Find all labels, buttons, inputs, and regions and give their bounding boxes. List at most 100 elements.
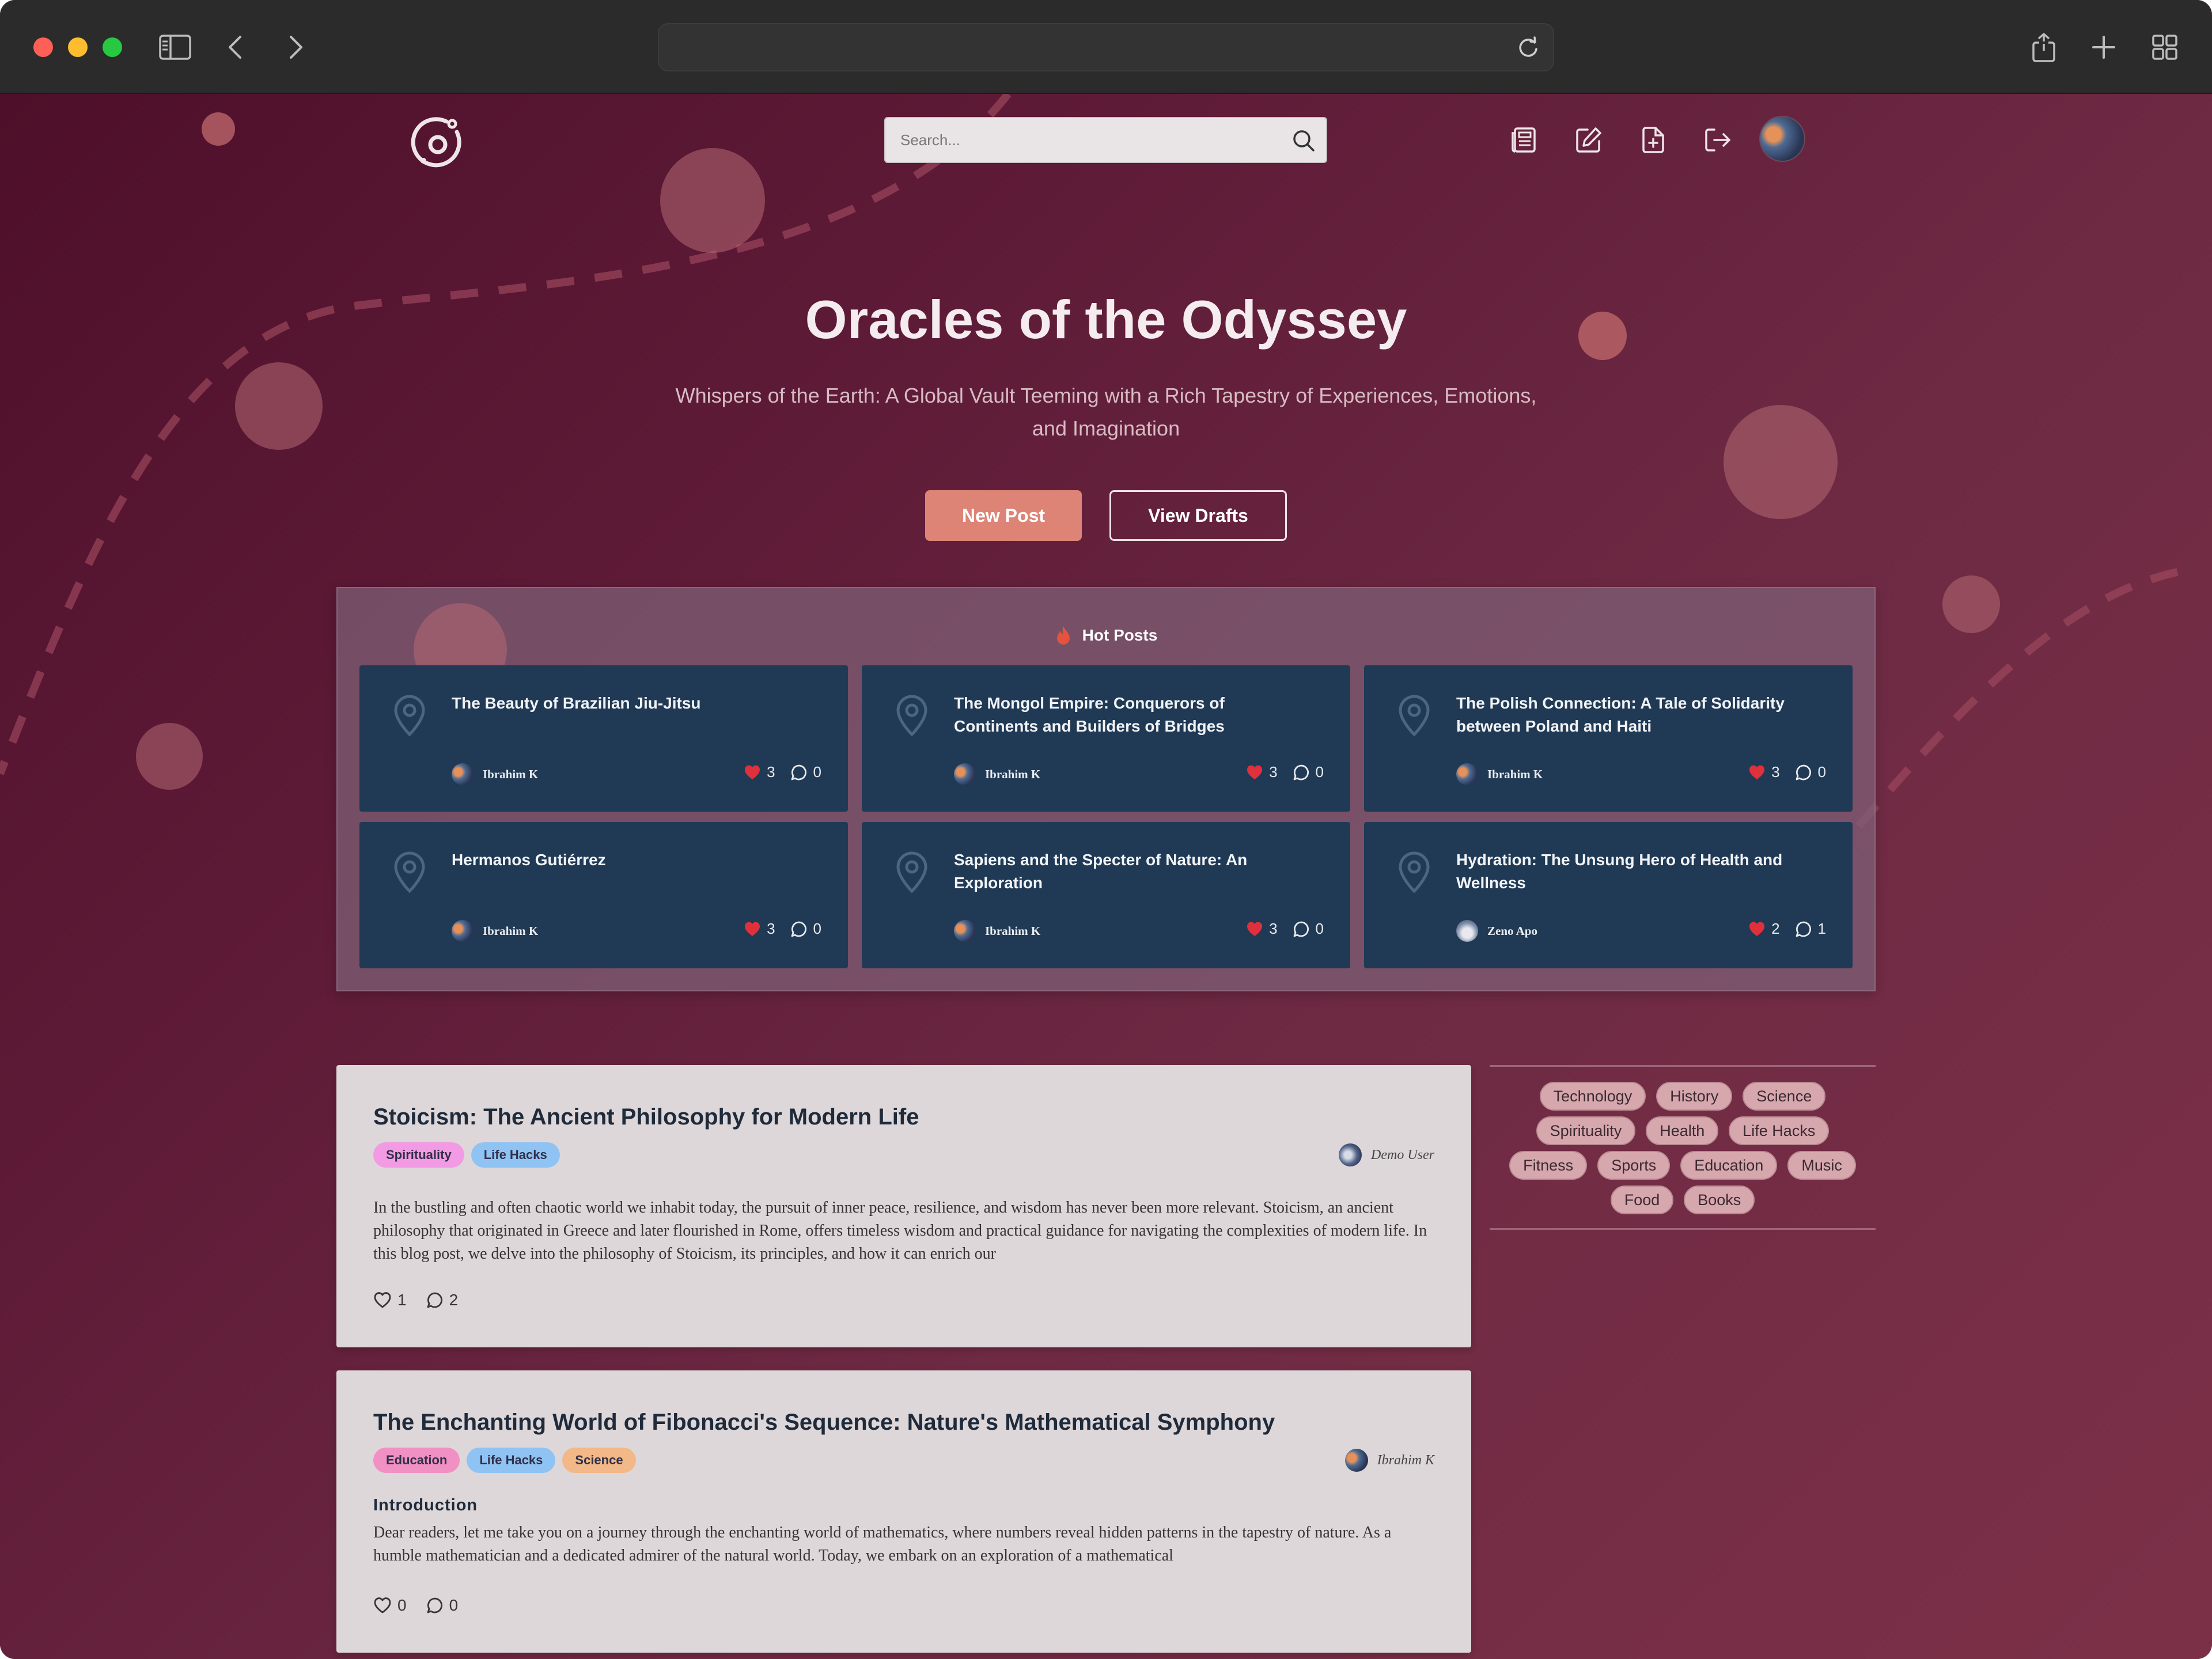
comment-icon[interactable]	[1795, 921, 1812, 938]
address-bar[interactable]	[658, 23, 1554, 71]
hot-post-card[interactable]: The Mongol Empire: Conquerors of Contine…	[862, 665, 1350, 812]
comment-icon[interactable]	[790, 764, 808, 781]
heart-outline-icon[interactable]	[373, 1291, 392, 1309]
author-name: Ibrahim K	[1487, 767, 1543, 781]
close-window-button[interactable]	[33, 37, 53, 57]
post-title[interactable]: The Enchanting World of Fibonacci's Sequ…	[373, 1410, 1275, 1435]
search-input[interactable]	[885, 118, 1326, 162]
author-name: Ibrahim K	[985, 767, 1041, 781]
category-tag-music[interactable]: Music	[1787, 1151, 1856, 1180]
new-post-button[interactable]: New Post	[925, 490, 1082, 541]
logout-icon[interactable]	[1699, 122, 1736, 158]
heart-filled-icon[interactable]	[744, 921, 761, 937]
post-card[interactable]: The Enchanting World of Fibonacci's Sequ…	[336, 1370, 1471, 1653]
post-author[interactable]: Demo User	[1339, 1143, 1434, 1166]
sidebar-icon[interactable]	[158, 30, 192, 65]
author-name: Ibrahim K	[1377, 1452, 1434, 1468]
comment-icon[interactable]	[426, 1597, 444, 1614]
hot-post-stats: 3 0	[1246, 763, 1324, 781]
category-tag-technology[interactable]: Technology	[1539, 1082, 1646, 1111]
post-tag[interactable]: Education	[373, 1448, 460, 1473]
post-tags: Education Life Hacks Science	[373, 1448, 636, 1473]
hot-post-title[interactable]: Hydration: The Unsung Hero of Health and…	[1456, 849, 1813, 895]
heart-filled-icon[interactable]	[1748, 921, 1766, 937]
hot-post-title[interactable]: Sapiens and the Specter of Nature: An Ex…	[954, 849, 1311, 895]
page: Oracles of the Odyssey Whispers of the E…	[0, 94, 2212, 1659]
hot-post-title[interactable]: The Beauty of Brazilian Jiu-Jitsu	[452, 692, 809, 715]
like-count: 3	[767, 920, 775, 937]
comment-icon[interactable]	[1795, 764, 1812, 781]
back-icon[interactable]	[218, 30, 252, 65]
hot-post-card[interactable]: Sapiens and the Specter of Nature: An Ex…	[862, 822, 1350, 968]
hot-post-card[interactable]: The Polish Connection: A Tale of Solidar…	[1364, 665, 1853, 812]
author-avatar	[1456, 763, 1478, 785]
author-avatar	[1456, 920, 1478, 942]
category-tag-food[interactable]: Food	[1610, 1185, 1674, 1214]
view-drafts-button[interactable]: View Drafts	[1109, 490, 1287, 541]
post-author[interactable]: Ibrahim K	[1344, 1449, 1434, 1472]
new-file-icon[interactable]	[1635, 122, 1672, 158]
heart-outline-icon[interactable]	[373, 1597, 392, 1614]
comment-icon[interactable]	[1293, 921, 1310, 938]
post-title[interactable]: Stoicism: The Ancient Philosophy for Mod…	[373, 1104, 919, 1130]
page-subtitle: Whispers of the Earth: A Global Vault Te…	[675, 384, 1537, 440]
category-tag-education[interactable]: Education	[1680, 1151, 1778, 1180]
hot-post-card[interactable]: Hydration: The Unsung Hero of Health and…	[1364, 822, 1853, 968]
hot-post-card[interactable]: Hermanos Gutiérrez Ibrahim K 3 0	[359, 822, 848, 968]
post-tag[interactable]: Life Hacks	[467, 1448, 556, 1473]
decorative-bubble	[202, 112, 235, 146]
post-card[interactable]: Stoicism: The Ancient Philosophy for Mod…	[336, 1065, 1471, 1347]
hot-post-title[interactable]: The Mongol Empire: Conquerors of Contine…	[954, 692, 1311, 738]
hot-post-card[interactable]: The Beauty of Brazilian Jiu-Jitsu Ibrahi…	[359, 665, 848, 812]
heart-filled-icon[interactable]	[1246, 764, 1263, 781]
category-tag-life-hacks[interactable]: Life Hacks	[1729, 1116, 1830, 1145]
category-tag-science[interactable]: Science	[1743, 1082, 1826, 1111]
hot-post-author: Ibrahim K	[452, 920, 538, 942]
post-tag[interactable]: Spirituality	[373, 1142, 464, 1168]
category-tag-sports[interactable]: Sports	[1597, 1151, 1671, 1180]
edit-icon[interactable]	[1570, 122, 1607, 158]
post-tag[interactable]: Science	[562, 1448, 636, 1473]
category-tag-spirituality[interactable]: Spirituality	[1536, 1116, 1636, 1145]
heart-filled-icon[interactable]	[1246, 921, 1263, 937]
hot-posts-panel: Hot Posts The Beauty of Brazilian Jiu-Ji…	[336, 587, 1876, 991]
hot-post-title[interactable]: The Polish Connection: A Tale of Solidar…	[1456, 692, 1813, 738]
author-avatar	[1339, 1143, 1362, 1166]
hot-post-title[interactable]: Hermanos Gutiérrez	[452, 849, 809, 872]
author-avatar	[452, 763, 474, 785]
author-name: Zeno Apo	[1487, 923, 1537, 938]
author-avatar	[452, 920, 474, 942]
comment-icon[interactable]	[1293, 764, 1310, 781]
post-tag[interactable]: Life Hacks	[471, 1142, 560, 1168]
site-logo-icon[interactable]	[406, 111, 469, 175]
category-row: Fitness Sports Education Music	[1490, 1151, 1876, 1180]
user-avatar[interactable]	[1759, 116, 1805, 162]
location-pin-icon	[896, 851, 927, 893]
author-name: Ibrahim K	[483, 923, 539, 938]
comment-count: 0	[1315, 763, 1324, 781]
comment-icon[interactable]	[790, 921, 808, 938]
maximize-window-button[interactable]	[103, 37, 122, 57]
hot-posts-label: Hot Posts	[1082, 626, 1158, 644]
author-avatar	[954, 920, 976, 942]
page-title: Oracles of the Odyssey	[805, 289, 1407, 350]
comment-icon[interactable]	[426, 1291, 444, 1309]
heart-filled-icon[interactable]	[1748, 764, 1766, 781]
forward-icon[interactable]	[279, 30, 313, 65]
category-tag-books[interactable]: Books	[1684, 1185, 1755, 1214]
reload-icon[interactable]	[1515, 35, 1541, 61]
posts-icon[interactable]	[1506, 122, 1543, 158]
new-tab-icon[interactable]	[2086, 30, 2121, 65]
minimize-window-button[interactable]	[68, 37, 88, 57]
tab-overview-icon[interactable]	[2147, 30, 2182, 65]
category-tag-fitness[interactable]: Fitness	[1509, 1151, 1588, 1180]
share-icon[interactable]	[2027, 30, 2061, 65]
decorative-bubble	[660, 148, 765, 253]
category-tag-history[interactable]: History	[1656, 1082, 1733, 1111]
comment-count: 0	[1315, 920, 1324, 937]
category-tag-health[interactable]: Health	[1646, 1116, 1719, 1145]
location-pin-icon	[394, 695, 425, 737]
comment-count: 2	[449, 1291, 459, 1309]
heart-filled-icon[interactable]	[744, 764, 761, 781]
search-icon[interactable]	[1289, 126, 1318, 155]
